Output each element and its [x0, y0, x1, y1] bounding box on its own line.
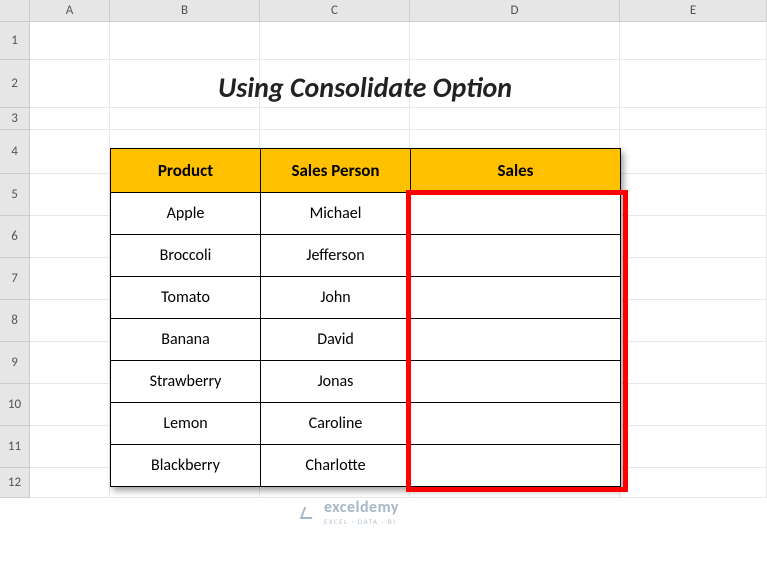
- cell-E11[interactable]: [620, 426, 767, 468]
- cell-A5[interactable]: [30, 174, 110, 216]
- row-header-6[interactable]: 6: [0, 216, 30, 258]
- table-row: BlackberryCharlotte: [111, 445, 621, 487]
- table-row: TomatoJohn: [111, 277, 621, 319]
- cell-E5[interactable]: [620, 174, 767, 216]
- cell-person[interactable]: David: [261, 319, 411, 361]
- row-header-9[interactable]: 9: [0, 342, 30, 384]
- cell-product[interactable]: Tomato: [111, 277, 261, 319]
- cell-person[interactable]: Michael: [261, 193, 411, 235]
- header-product[interactable]: Product: [111, 149, 261, 193]
- select-all-corner[interactable]: [0, 0, 30, 22]
- logo-sub: EXCEL · DATA · BI: [324, 517, 399, 526]
- cell-E12[interactable]: [620, 468, 767, 498]
- row-header-10[interactable]: 10: [0, 384, 30, 426]
- table-row: AppleMichael: [111, 193, 621, 235]
- cell-product[interactable]: Blackberry: [111, 445, 261, 487]
- cell-person[interactable]: Jonas: [261, 361, 411, 403]
- spreadsheet-grid: A B C D E Using Consolidate Option Produ…: [0, 0, 767, 563]
- row-header-8[interactable]: 8: [0, 300, 30, 342]
- header-person[interactable]: Sales Person: [261, 149, 411, 193]
- col-header-C[interactable]: C: [260, 0, 410, 22]
- cell-E7[interactable]: [620, 258, 767, 300]
- cell-E8[interactable]: [620, 300, 767, 342]
- table-row: StrawberryJonas: [111, 361, 621, 403]
- cell-product[interactable]: Lemon: [111, 403, 261, 445]
- row-header-2[interactable]: 2: [0, 60, 30, 108]
- row-header-4[interactable]: 4: [0, 130, 30, 174]
- row-header-3[interactable]: 3: [0, 108, 30, 130]
- cell-A1[interactable]: [30, 22, 110, 60]
- cell-A10[interactable]: [30, 384, 110, 426]
- cell-E4[interactable]: [620, 130, 767, 174]
- col-header-E[interactable]: E: [620, 0, 767, 22]
- cell-E1[interactable]: [620, 22, 767, 60]
- cell-sales[interactable]: [411, 193, 621, 235]
- col-header-D[interactable]: D: [410, 0, 620, 22]
- table-header-row: Product Sales Person Sales: [111, 149, 621, 193]
- cell-A6[interactable]: [30, 216, 110, 258]
- row-header-11[interactable]: 11: [0, 426, 30, 468]
- cell-A8[interactable]: [30, 300, 110, 342]
- cell-sales[interactable]: [411, 319, 621, 361]
- cell-A12[interactable]: [30, 468, 110, 498]
- cell-E6[interactable]: [620, 216, 767, 258]
- col-header-A[interactable]: A: [30, 0, 110, 22]
- table-body: AppleMichaelBroccoliJeffersonTomatoJohnB…: [111, 193, 621, 487]
- data-table: Product Sales Person Sales AppleMichaelB…: [110, 148, 621, 487]
- table-row: LemonCaroline: [111, 403, 621, 445]
- cell-E10[interactable]: [620, 384, 767, 426]
- cell-person[interactable]: Caroline: [261, 403, 411, 445]
- cell-D1[interactable]: [410, 22, 620, 60]
- cell-E2[interactable]: [620, 60, 767, 108]
- logo-icon: [300, 505, 318, 519]
- cell-sales[interactable]: [411, 277, 621, 319]
- cell-sales[interactable]: [411, 361, 621, 403]
- cell-A7[interactable]: [30, 258, 110, 300]
- cell-A9[interactable]: [30, 342, 110, 384]
- cell-sales[interactable]: [411, 403, 621, 445]
- cell-E3[interactable]: [620, 108, 767, 130]
- cell-E9[interactable]: [620, 342, 767, 384]
- cell-product[interactable]: Broccoli: [111, 235, 261, 277]
- cell-person[interactable]: Charlotte: [261, 445, 411, 487]
- logo-main: exceldemy: [324, 498, 399, 517]
- cell-product[interactable]: Banana: [111, 319, 261, 361]
- cell-B1[interactable]: [110, 22, 260, 60]
- row-header-7[interactable]: 7: [0, 258, 30, 300]
- cell-sales[interactable]: [411, 445, 621, 487]
- row-header-12[interactable]: 12: [0, 468, 30, 498]
- cell-product[interactable]: Strawberry: [111, 361, 261, 403]
- page-title: Using Consolidate Option: [110, 70, 620, 118]
- col-header-B[interactable]: B: [110, 0, 260, 22]
- column-header-row: A B C D E: [0, 0, 767, 22]
- cell-person[interactable]: John: [261, 277, 411, 319]
- cell-product[interactable]: Apple: [111, 193, 261, 235]
- header-sales[interactable]: Sales: [411, 149, 621, 193]
- table-row: BroccoliJefferson: [111, 235, 621, 277]
- cell-A11[interactable]: [30, 426, 110, 468]
- cell-sales[interactable]: [411, 235, 621, 277]
- row-header-5[interactable]: 5: [0, 174, 30, 216]
- cell-A2[interactable]: [30, 60, 110, 108]
- watermark-logo: exceldemy EXCEL · DATA · BI: [300, 498, 399, 526]
- cell-A4[interactable]: [30, 130, 110, 174]
- cell-person[interactable]: Jefferson: [261, 235, 411, 277]
- cell-C1[interactable]: [260, 22, 410, 60]
- row-header-1[interactable]: 1: [0, 22, 30, 60]
- cell-A3[interactable]: [30, 108, 110, 130]
- table-row: BananaDavid: [111, 319, 621, 361]
